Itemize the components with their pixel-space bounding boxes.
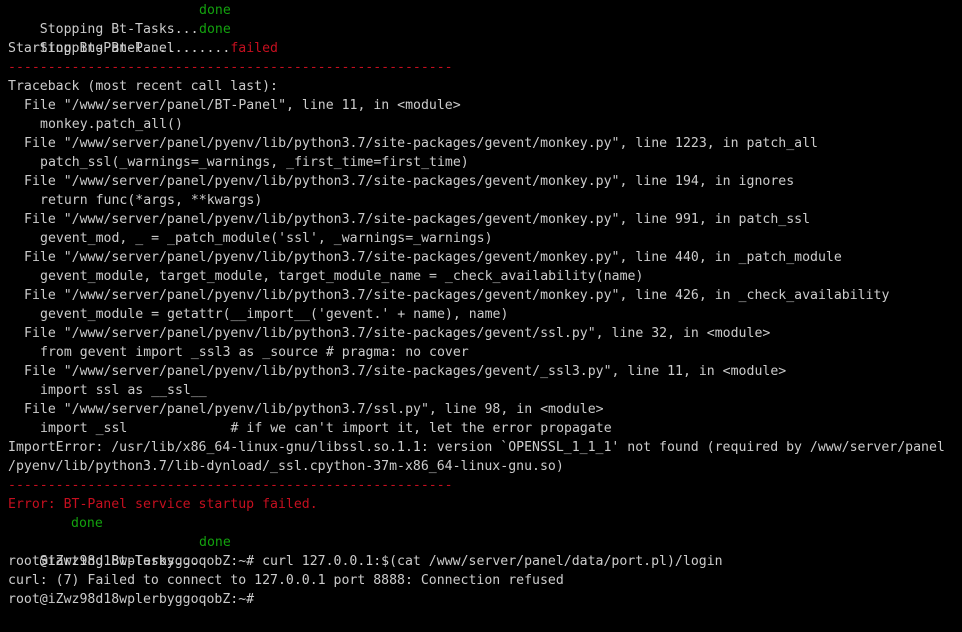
status-done: done — [71, 516, 103, 531]
traceback-file-line: File "/www/server/panel/BT-Panel", line … — [24, 98, 461, 113]
output-line: done — [0, 514, 962, 533]
traceback-code-line: gevent_module, target_module, target_mod… — [40, 269, 644, 284]
traceback-code-line: return func(*args, **kwargs) — [40, 193, 263, 208]
output-line: Stopping Bt-Panel... done — [0, 20, 962, 56]
status-failed: failed — [230, 41, 278, 56]
terminal-window[interactable]: Stopping Bt-Tasks... done Stopping Bt-Pa… — [0, 0, 962, 632]
import-error-line: ImportError: /usr/lib/x86_64-linux-gnu/l… — [8, 440, 945, 455]
traceback-code-line: import ssl as __ssl__ — [40, 383, 207, 398]
traceback-file-line: File "/www/server/panel/pyenv/lib/python… — [24, 250, 842, 265]
traceback-code-line: from gevent import _ssl3 as _source # pr… — [40, 345, 469, 360]
traceback-file-line: File "/www/server/panel/pyenv/lib/python… — [24, 288, 890, 303]
status-done: done — [199, 535, 231, 550]
traceback-file-line: File "/www/server/panel/pyenv/lib/python… — [24, 326, 771, 341]
command-text: curl 127.0.0.1:$(cat /www/server/panel/d… — [254, 554, 723, 569]
import-error-line: /pyenv/lib/python3.7/lib-dynload/_ssl.cp… — [8, 459, 564, 474]
traceback-header: Traceback (most recent call last): — [8, 79, 278, 94]
shell-prompt: root@iZwz98d18wplerbyggoqobZ:~# — [8, 554, 255, 569]
traceback-file-line: File "/www/server/panel/pyenv/lib/python… — [24, 402, 604, 417]
command-line[interactable]: root@iZwz98d18wplerbyggoqobZ:~# — [0, 590, 962, 609]
traceback-code-line: patch_ssl(_warnings=_warnings, _first_ti… — [40, 155, 469, 170]
traceback-code-line: import _ssl # if we can't import it, let… — [40, 421, 612, 436]
traceback-code-line: gevent_module = getattr(__import__('geve… — [40, 307, 509, 322]
divider: ----------------------------------------… — [8, 60, 453, 75]
traceback-file-line: File "/www/server/panel/pyenv/lib/python… — [24, 364, 787, 379]
traceback-code-line: monkey.patch_all() — [40, 117, 183, 132]
divider: ----------------------------------------… — [8, 478, 453, 493]
command-line: root@iZwz98d18wplerbyggoqobZ:~# curl 127… — [0, 552, 962, 571]
output-text: Starting Bt-Panel........... — [8, 41, 231, 56]
output-line: Starting Bt-Panel...........failed — [0, 39, 962, 58]
traceback-file-line: File "/www/server/panel/pyenv/lib/python… — [24, 136, 818, 151]
status-done: done — [199, 3, 231, 18]
status-done: done — [199, 22, 231, 37]
output-line: Starting Bt-Tasks... done — [0, 533, 962, 569]
shell-prompt: root@iZwz98d18wplerbyggoqobZ:~# — [8, 592, 255, 607]
traceback-file-line: File "/www/server/panel/pyenv/lib/python… — [24, 212, 811, 227]
error-message: Error: BT-Panel service startup failed. — [8, 497, 318, 512]
traceback-code-line: gevent_mod, _ = _patch_module('ssl', _wa… — [40, 231, 493, 246]
curl-error-line: curl: (7) Failed to connect to 127.0.0.1… — [8, 573, 564, 588]
traceback-file-line: File "/www/server/panel/pyenv/lib/python… — [24, 174, 795, 189]
output-line: Stopping Bt-Tasks... done — [0, 1, 962, 37]
